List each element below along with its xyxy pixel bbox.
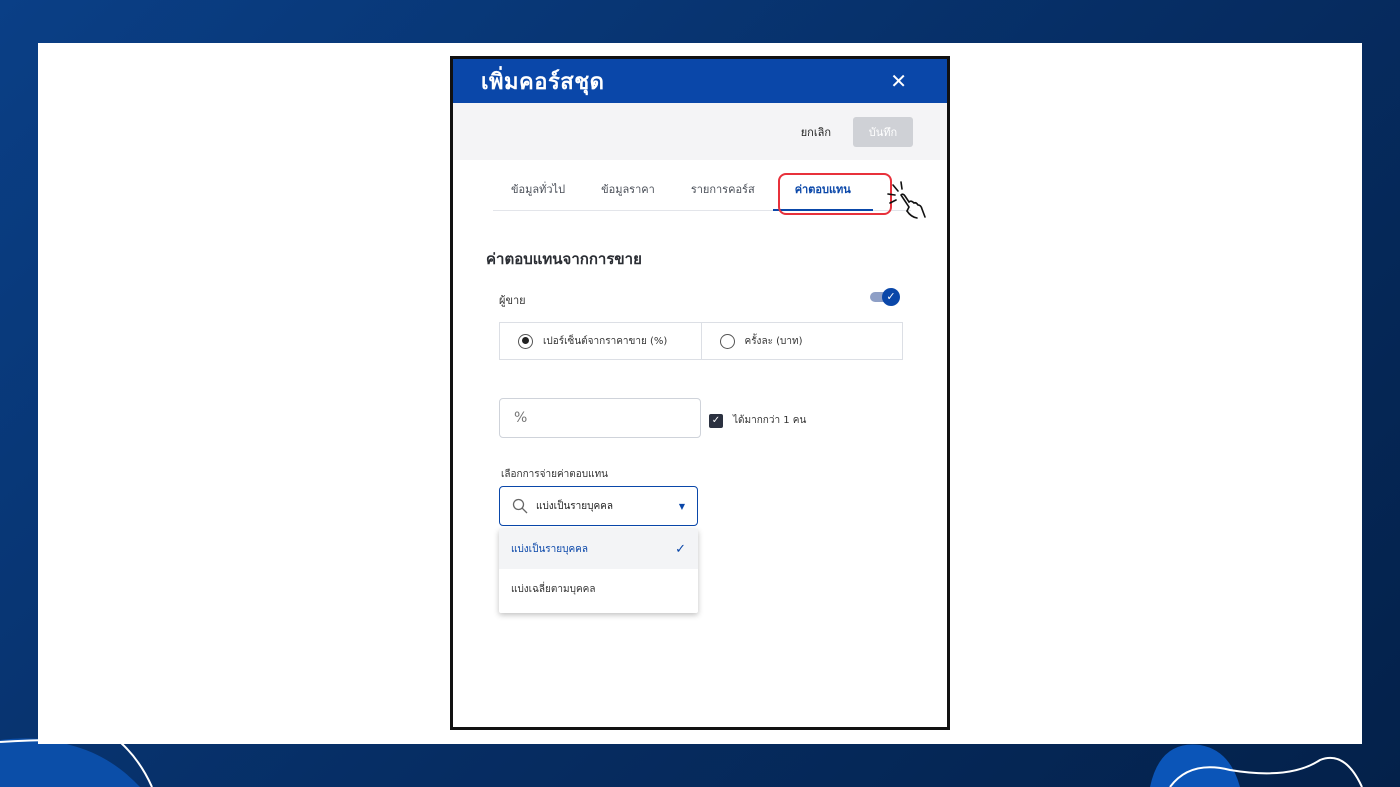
add-course-set-dialog: เพิ่มคอร์สชุด ✕ ยกเลิก บันทึก ข้อมูลทั่ว… [450, 56, 950, 730]
tab-general-info[interactable]: ข้อมูลทั่วไป [493, 175, 583, 211]
radio-percent[interactable]: เปอร์เซ็นต์จากราคาขาย (%) [500, 323, 701, 359]
tab-bar: ข้อมูลทั่วไป ข้อมูลราคา รายการคอร์ส ค่าต… [493, 173, 926, 219]
distribution-dropdown: แบ่งเป็นรายบุคคล ✓ แบ่งเฉลี่ยตามบุคคล [499, 529, 698, 613]
close-icon[interactable]: ✕ [890, 71, 907, 91]
section-title: ค่าตอบแทนจากการขาย [486, 250, 642, 268]
distribution-label: เลือกการจ่ายค่าตอบแทน [501, 469, 609, 480]
multi-person-checkbox[interactable]: ✓ [709, 413, 723, 428]
dropdown-option-label: แบ่งเป็นรายบุคคล [511, 543, 588, 555]
seller-toggle[interactable]: ✓ [870, 288, 900, 306]
hand-pointer-icon [887, 181, 926, 219]
tab-course-list[interactable]: รายการคอร์ส [673, 175, 773, 211]
dropdown-option-average[interactable]: แบ่งเฉลี่ยตามบุคคล [499, 569, 698, 609]
check-icon: ✓ [882, 288, 900, 306]
search-icon [512, 498, 528, 514]
distribution-select[interactable]: แบ่งเป็นรายบุคคล ▼ [499, 486, 698, 526]
dropdown-option-label: แบ่งเฉลี่ยตามบุคคล [511, 583, 596, 595]
percent-input[interactable] [499, 398, 701, 438]
tab-commission[interactable]: ค่าตอบแทน [772, 175, 873, 211]
save-button[interactable]: บันทึก [853, 116, 913, 147]
distribution-select-value: แบ่งเป็นรายบุคคล [536, 500, 613, 512]
radio-unchecked-icon [719, 333, 735, 349]
multi-person-label: ได้มากกว่า 1 คน [733, 415, 807, 426]
commission-type-radio-group: เปอร์เซ็นต์จากราคาขาย (%) ครั้งละ (บาท) [499, 322, 903, 360]
dialog-title: เพิ่มคอร์สชุด [481, 69, 605, 95]
caret-down-icon: ▼ [678, 501, 685, 511]
dialog-header: เพิ่มคอร์สชุด ✕ [453, 59, 947, 103]
check-icon: ✓ [675, 541, 686, 557]
radio-per-time-label: ครั้งละ (บาท) [744, 335, 803, 347]
radio-per-time[interactable]: ครั้งละ (บาท) [700, 323, 903, 359]
seller-label: ผู้ขาย [499, 294, 526, 307]
dialog-toolbar: ยกเลิก บันทึก [453, 103, 947, 160]
radio-percent-label: เปอร์เซ็นต์จากราคาขาย (%) [543, 335, 668, 347]
radio-checked-icon [518, 333, 533, 349]
tab-price-info[interactable]: ข้อมูลราคา [583, 175, 673, 211]
multi-person-option: ✓ ได้มากกว่า 1 คน [709, 413, 806, 428]
dropdown-option-individual[interactable]: แบ่งเป็นรายบุคคล ✓ [499, 529, 698, 569]
cancel-button[interactable]: ยกเลิก [801, 123, 831, 141]
